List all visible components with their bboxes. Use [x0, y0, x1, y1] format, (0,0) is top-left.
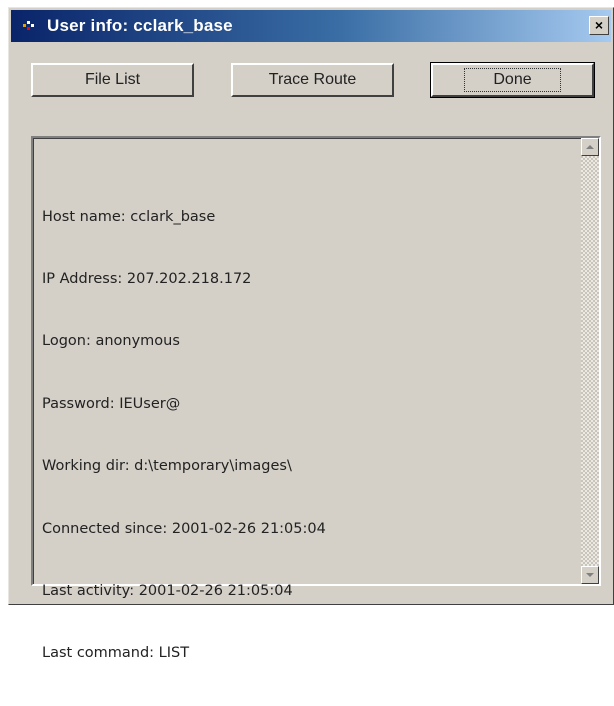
- info-line-ip: IP Address: 207.202.218.172: [42, 270, 252, 287]
- trace-route-button[interactable]: Trace Route: [231, 63, 394, 97]
- arrow-up-icon: [586, 145, 594, 149]
- done-button[interactable]: Done: [430, 62, 595, 98]
- app-icon: [23, 18, 39, 34]
- file-list-label: File List: [84, 71, 141, 88]
- info-line-host: Host name: cclark_base: [42, 208, 216, 225]
- info-lines: Host name: cclark_base IP Address: 207.2…: [42, 165, 326, 706]
- window-title: User info: cclark_base: [47, 16, 233, 35]
- arrow-down-icon: [586, 573, 594, 577]
- info-line-connected: Connected since: 2001-02-26 21:05:04: [42, 520, 326, 537]
- trace-route-label: Trace Route: [268, 71, 357, 88]
- title-bar[interactable]: User info: cclark_base ×: [11, 10, 611, 42]
- info-line-working-dir: Working dir: d:\temporary\images\: [42, 458, 292, 475]
- info-line-logon: Logon: anonymous: [42, 333, 180, 350]
- close-icon: ×: [594, 17, 604, 33]
- close-button[interactable]: ×: [589, 16, 609, 35]
- user-info-window: User info: cclark_base × File List Trace…: [8, 7, 614, 661]
- info-line-last-command: Last command: LIST: [42, 645, 190, 662]
- done-label: Done: [464, 68, 561, 92]
- user-info-textarea[interactable]: Host name: cclark_base IP Address: 207.2…: [31, 136, 601, 661]
- file-list-button[interactable]: File List: [31, 63, 194, 97]
- vertical-scrollbar[interactable]: [581, 138, 599, 584]
- info-line-last-activity: Last activity: 2001-02-26 21:05:04: [42, 582, 293, 599]
- info-line-password: Password: IEUser@: [42, 395, 181, 412]
- scroll-down-button[interactable]: [581, 566, 599, 584]
- scroll-up-button[interactable]: [581, 138, 599, 156]
- textarea-content: Host name: cclark_base IP Address: 207.2…: [33, 138, 581, 661]
